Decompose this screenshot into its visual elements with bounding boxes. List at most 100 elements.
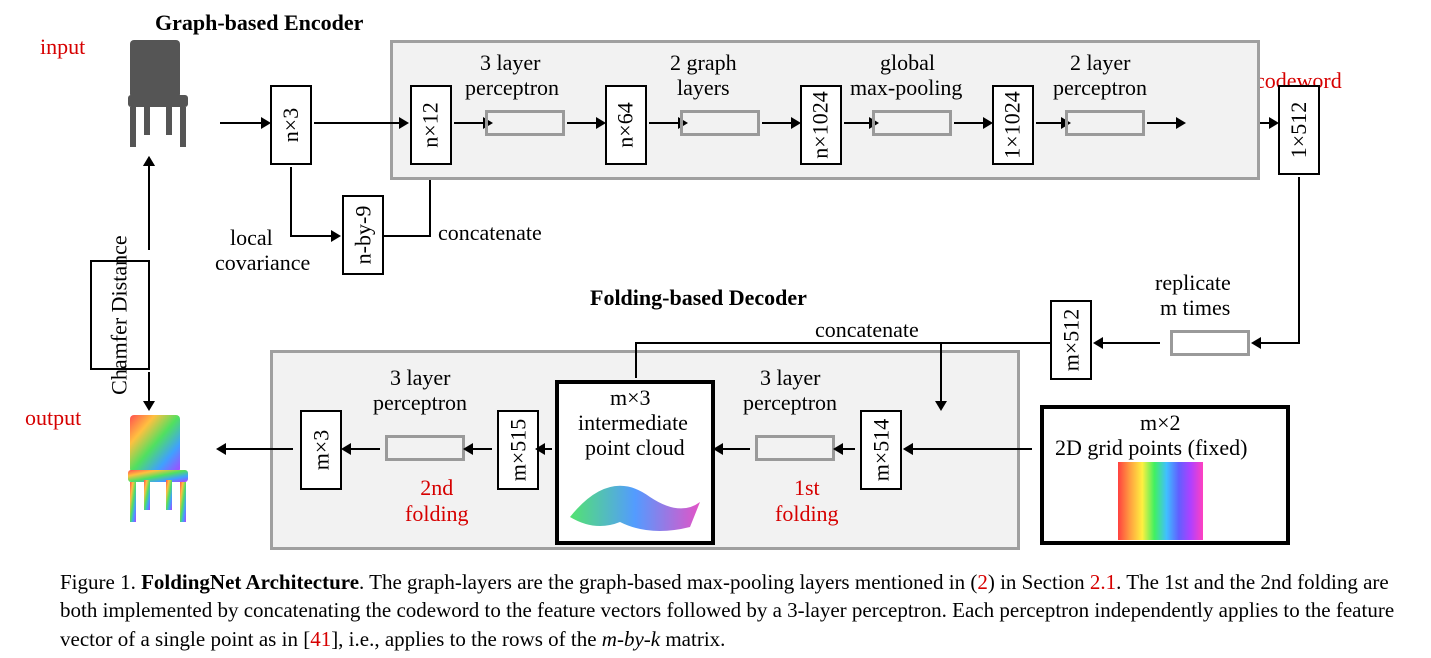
a1 [454, 122, 484, 124]
a14b [635, 342, 940, 344]
mx3-box: m×3 [300, 410, 342, 490]
rep-a: replicate [1155, 270, 1231, 296]
dec-d3b2: perceptron [373, 390, 467, 416]
input-label: input [40, 34, 85, 60]
enc-g2a: 2 graph [670, 50, 737, 76]
arrow-input-nx3 [220, 122, 262, 124]
cap-fig: Figure 1. [60, 570, 141, 594]
localcov-line1: local [230, 225, 273, 251]
a3 [649, 122, 679, 124]
mx514-label: m×514 [868, 419, 894, 482]
a9b [1260, 342, 1300, 344]
a11a [940, 342, 1050, 344]
chamfer-box: Chamfer Distance [90, 260, 150, 370]
interm-b: point cloud [585, 435, 685, 461]
a2 [567, 122, 597, 124]
intermediate-cloud-icon [560, 462, 710, 542]
enc-g2b: layers [677, 75, 730, 101]
rep-b: m times [1160, 295, 1230, 321]
a7 [1036, 122, 1062, 124]
a4 [762, 122, 792, 124]
localcov-line2: covariance [215, 250, 310, 276]
cap-mk: m-by-k [602, 627, 660, 651]
figure-caption: Figure 1. FoldingNet Architecture. The g… [60, 568, 1401, 653]
cap-l1: 2 [977, 570, 988, 594]
a17 [225, 448, 293, 450]
enc-p2a: 2 layer [1070, 50, 1130, 76]
turn1b [290, 235, 332, 237]
a8 [1147, 122, 1177, 124]
dec-d3a: 3 layer [760, 365, 820, 391]
enc-proc-1 [485, 110, 565, 136]
dec-proc-2 [385, 435, 465, 461]
rainbow-grid-icon [1118, 462, 1203, 540]
enc-p3b: perceptron [465, 75, 559, 101]
chamfer-label: Chamfer Distance [108, 235, 132, 394]
a13a [842, 448, 855, 450]
nx12-label: n×12 [418, 102, 444, 147]
1x512-label: 1×512 [1286, 102, 1312, 158]
1x1024-box: 1×1024 [992, 85, 1034, 165]
cap-l2: 2.1 [1090, 570, 1116, 594]
second-folding-label: 2nd folding [405, 475, 469, 527]
mx514-box: m×514 [860, 410, 902, 490]
decoder-title: Folding-based Decoder [590, 285, 807, 311]
enc-gmb: max-pooling [850, 75, 962, 101]
cap-b4: ], i.e., applies to the rows of the [331, 627, 602, 651]
grid-desc: 2D grid points (fixed) [1055, 435, 1247, 461]
arrow-nx3-nx12 [314, 122, 400, 124]
a11b [940, 342, 942, 402]
nx12-box: n×12 [410, 85, 452, 165]
interm-a: intermediate [578, 410, 688, 436]
nby9-label: n-by-9 [350, 206, 376, 265]
cap-b1: . The graph-layers are the graph-based m… [359, 570, 977, 594]
nx1024-label: n×1024 [808, 91, 834, 158]
cap-b2: ) in Section [988, 570, 1090, 594]
enc-gma: global [880, 50, 935, 76]
chamfer-arrow-up [148, 165, 150, 250]
dec-d3b: perceptron [743, 390, 837, 416]
rep-proc [1170, 330, 1250, 356]
a16a [472, 448, 492, 450]
1x512-box: 1×512 [1278, 85, 1320, 175]
mx3-label: m×3 [308, 430, 334, 471]
architecture-diagram: Graph-based Encoder Folding-based Decode… [60, 10, 1390, 555]
a8b [1260, 122, 1270, 124]
chamfer-arrow-down [148, 372, 150, 402]
output-label: output [25, 405, 81, 431]
turn2b [429, 175, 431, 237]
dec-proc-1 [755, 435, 835, 461]
nx3-box: n×3 [270, 85, 312, 165]
dec-d3a2: 3 layer [390, 365, 450, 391]
turn2a [384, 235, 429, 237]
nx64-box: n×64 [605, 85, 647, 165]
cap-b5: matrix. [660, 627, 725, 651]
concat-label-1: concatenate [438, 220, 542, 246]
a9a [1298, 177, 1300, 343]
mx515-box: m×515 [497, 410, 539, 490]
first-folding-label: 1st folding [775, 475, 839, 527]
interm-dim: m×3 [610, 385, 651, 411]
concat-label-2: concatenate [815, 317, 919, 343]
a13b [722, 448, 750, 450]
enc-proc-3 [872, 110, 952, 136]
a6 [954, 122, 984, 124]
enc-p3a: 3 layer [480, 50, 540, 76]
a14a [635, 342, 637, 378]
grid-dim: m×2 [1140, 410, 1181, 436]
cap-l3: 41 [310, 627, 331, 651]
a5 [844, 122, 870, 124]
enc-p2b: perceptron [1053, 75, 1147, 101]
mx515-label: m×515 [505, 419, 531, 482]
input-chair-icon [110, 30, 220, 160]
a12 [912, 448, 1032, 450]
turn1 [290, 167, 292, 237]
enc-proc-2 [680, 110, 760, 136]
enc-proc-4 [1065, 110, 1145, 136]
a15 [544, 448, 552, 450]
nby9-box: n-by-9 [342, 195, 384, 275]
1x1024-label: 1×1024 [1000, 91, 1026, 158]
nx3-label: n×3 [278, 108, 304, 142]
a16b [350, 448, 380, 450]
mx512-label: m×512 [1058, 309, 1084, 372]
